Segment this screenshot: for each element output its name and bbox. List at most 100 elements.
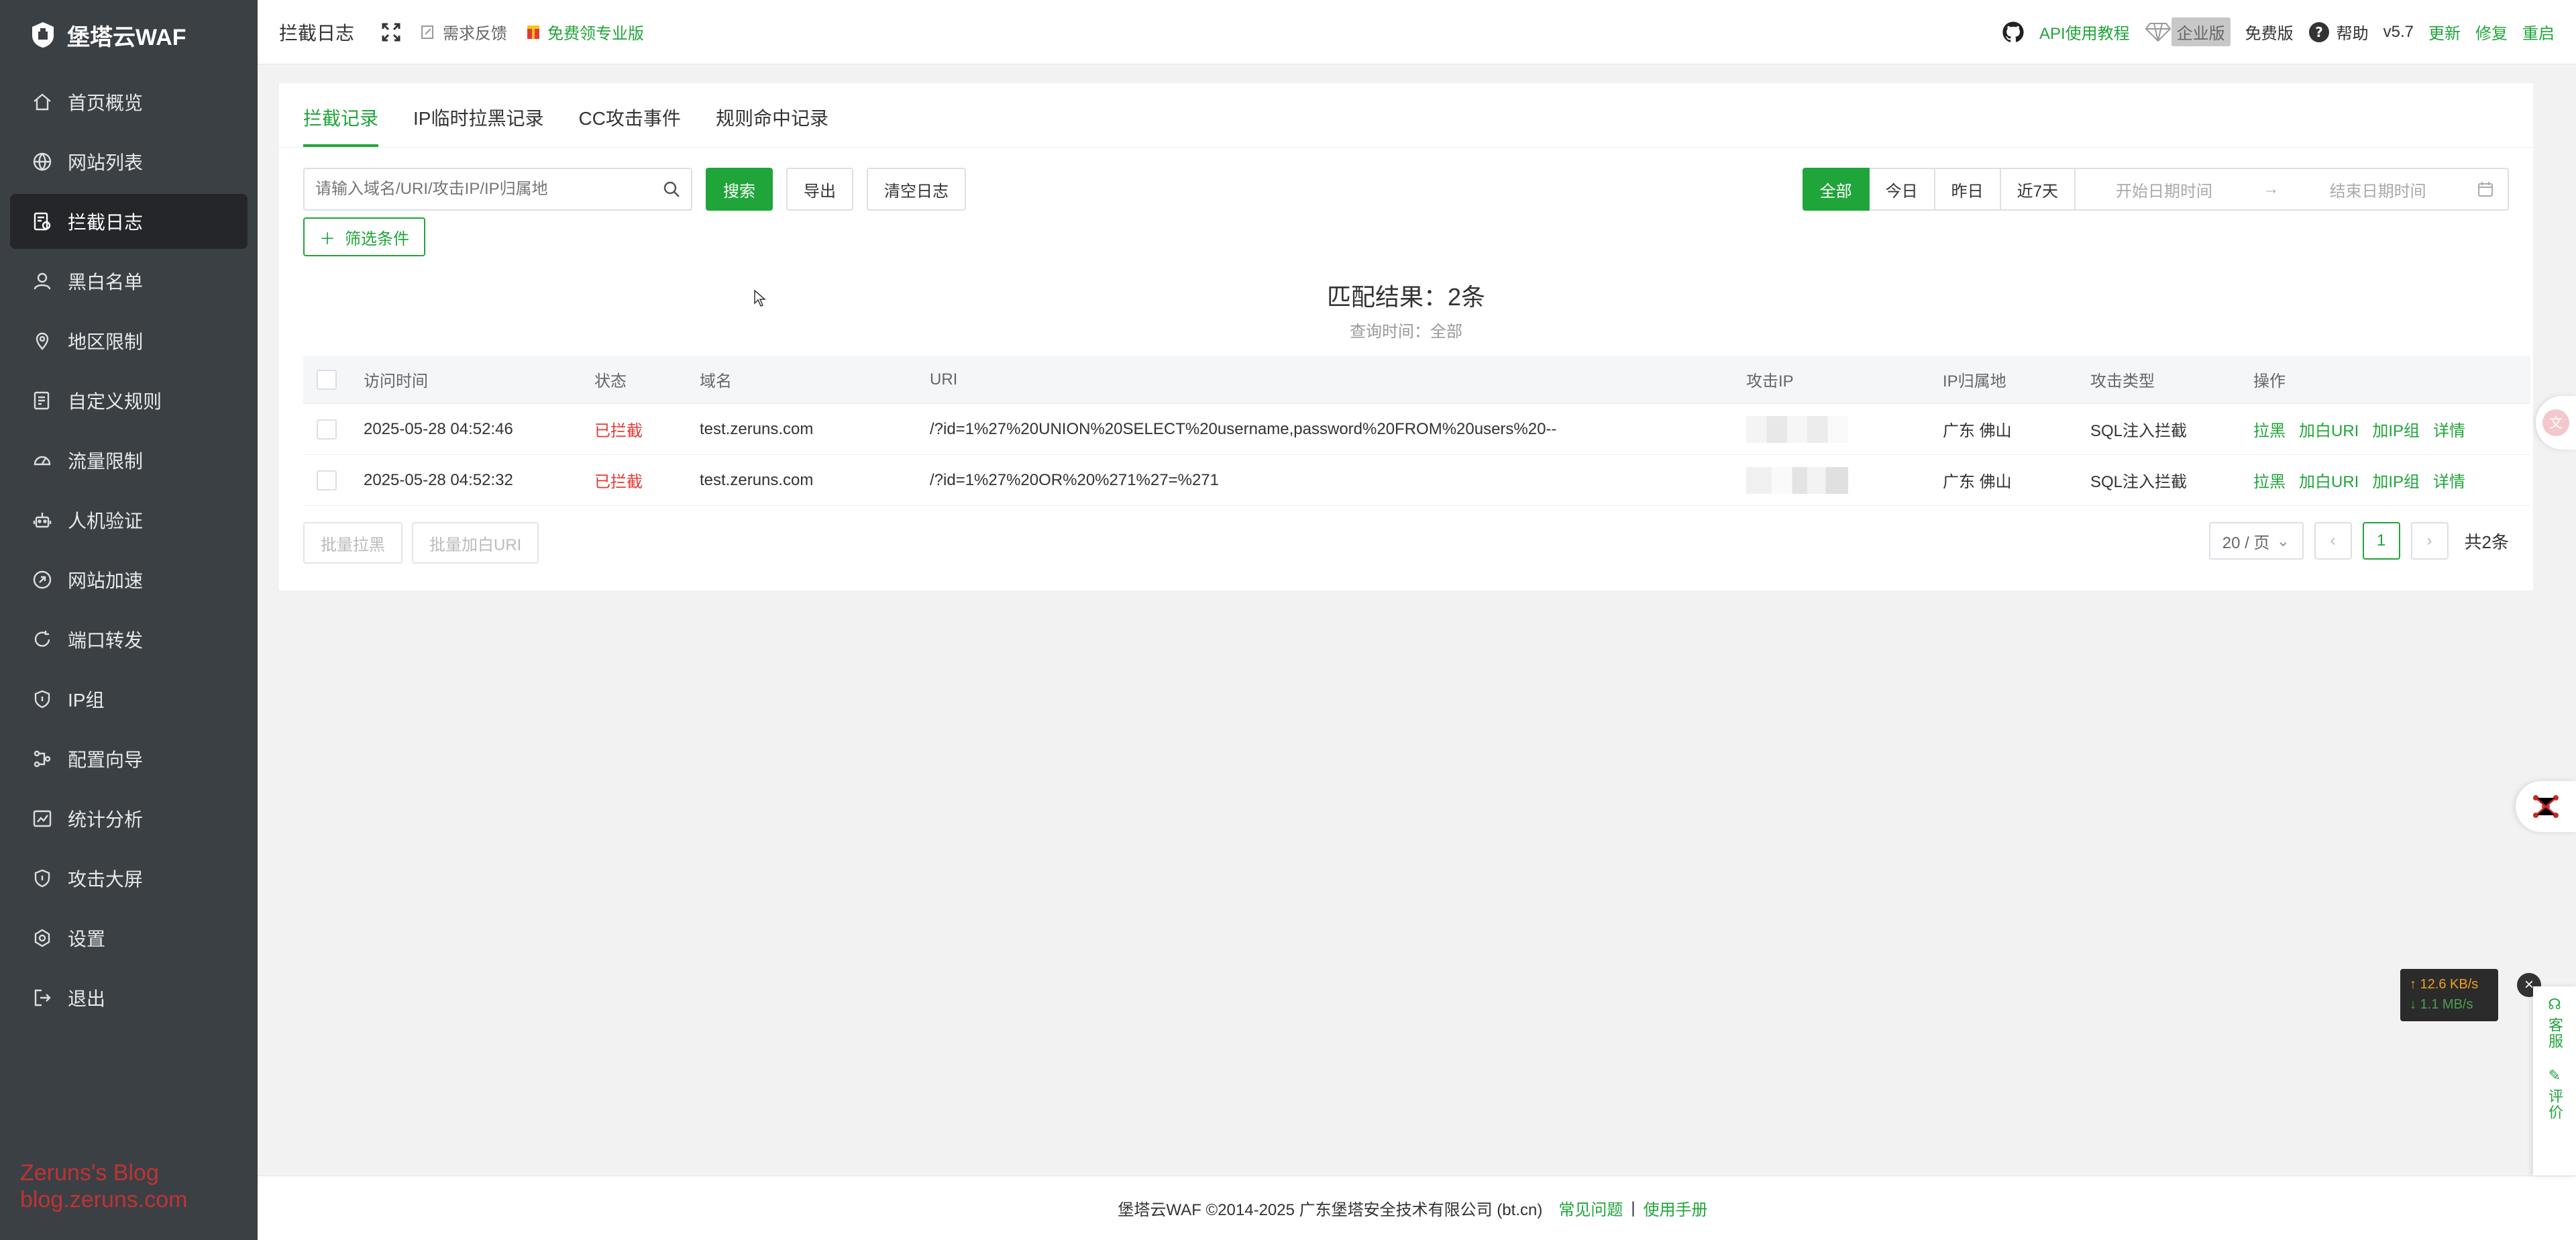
masked-ip (1746, 466, 1848, 494)
sidebar-item-0[interactable]: 首页概览 (10, 74, 248, 130)
sidebar-item-6[interactable]: 流量限制 (10, 433, 248, 488)
customer-service-link[interactable]: 客服 (2546, 1017, 2563, 1049)
page-size-select[interactable]: 20 / 页 ⌄ (2208, 522, 2304, 560)
sidebar-item-label: IP组 (68, 690, 105, 711)
sidebar-item-label: 自定义规则 (68, 391, 162, 412)
block-link[interactable]: 拉黑 (2253, 468, 2286, 492)
headset-icon[interactable]: ☊ (2548, 996, 2561, 1013)
github-icon[interactable] (2002, 21, 2025, 44)
restart-link[interactable]: 重启 (2522, 20, 2555, 44)
faq-link[interactable]: 常见问题 (1558, 1196, 1623, 1220)
col-actions: 操作 (2253, 372, 2286, 391)
mouse-cursor (754, 289, 767, 312)
tab-ip-temp-block[interactable]: IP临时拉黑记录 (413, 104, 543, 147)
search-icon[interactable] (663, 180, 680, 198)
date-range-picker[interactable]: 开始日期时间 → 结束日期时间 (2076, 168, 2509, 211)
refresh-icon (32, 629, 53, 650)
feedback-link[interactable]: 需求反馈 (420, 20, 507, 44)
sidebar-item-10[interactable]: IP组 (10, 672, 248, 727)
sidebar: 堡塔云WAF 首页概览网站列表 拦截日志 黑白名单 地区限制自定义规则流量限制人机验证… (0, 0, 258, 1240)
col-attack-type: 攻击类型 (2090, 372, 2155, 391)
prev-page-button[interactable]: ‹ (2314, 522, 2352, 560)
enterprise-badge[interactable]: 企业版 (2145, 17, 2231, 46)
row-checkbox[interactable] (317, 419, 337, 440)
search-button[interactable]: 搜索 (706, 168, 773, 211)
translate-float-button[interactable]: 文 (2536, 396, 2576, 450)
whitelist-uri-link[interactable]: 加白URI (2299, 468, 2359, 492)
repair-link[interactable]: 修复 (2475, 20, 2508, 44)
details-link[interactable]: 详情 (2433, 417, 2465, 441)
cell-attack-type: SQL注入拦截 (2090, 473, 2188, 491)
details-link[interactable]: 详情 (2433, 468, 2465, 492)
chevron-left-icon: ‹ (2330, 531, 2336, 550)
col-attack-ip: 攻击IP (1746, 372, 1794, 391)
edit-doc-icon (32, 390, 53, 411)
sidebar-item-2[interactable]: 拦截日志 (10, 194, 248, 249)
brand-logo[interactable]: 堡塔云WAF (0, 0, 258, 70)
match-summary: 匹配结果：2条 查询时间：全部 (279, 278, 2533, 342)
edit-icon[interactable]: ✎ (2548, 1067, 2561, 1084)
logout-icon (32, 987, 53, 1009)
network-float-button[interactable] (2516, 781, 2576, 832)
shield-logo-icon (32, 22, 54, 48)
manual-link[interactable]: 使用手册 (1644, 1196, 1708, 1220)
sidebar-item-15[interactable]: 退出 (10, 970, 248, 1025)
download-speed: ↓ 1.1 MB/s (2410, 997, 2473, 1012)
sidebar-item-11[interactable]: 配置向导 (10, 731, 248, 786)
select-all-checkbox[interactable] (317, 369, 337, 390)
range-yesterday[interactable]: 昨日 (1935, 168, 2001, 211)
range-all[interactable]: 全部 (1802, 168, 1870, 211)
sidebar-item-5[interactable]: 自定义规则 (10, 373, 248, 428)
add-ip-group-link[interactable]: 加IP组 (2372, 468, 2420, 492)
clear-log-button[interactable]: 清空日志 (867, 168, 966, 211)
search-box (303, 168, 692, 211)
tab-cc-attack[interactable]: CC攻击事件 (578, 104, 680, 147)
sidebar-item-14[interactable]: 设置 (10, 911, 248, 966)
page-button[interactable]: 1 (2362, 522, 2400, 560)
next-page-button[interactable]: › (2410, 522, 2449, 560)
sidebar-item-1[interactable]: 网站列表 (10, 134, 248, 189)
sidebar-item-7[interactable]: 人机验证 (10, 493, 248, 548)
cell-status: 已拦截 (594, 473, 643, 491)
export-button[interactable]: 导出 (786, 168, 853, 211)
search-input[interactable] (315, 180, 663, 199)
sidebar-item-13[interactable]: 攻击大屏 (10, 851, 248, 906)
sidebar-item-4[interactable]: 地区限制 (10, 313, 248, 368)
cell-uri: /?id=1%27%20OR%20%271%27=%271 (930, 470, 1219, 489)
user-icon (32, 270, 53, 292)
tab-rule-hits[interactable]: 规则命中记录 (716, 104, 828, 147)
sidebar-item-label: 配置向导 (68, 750, 144, 770)
block-link[interactable]: 拉黑 (2253, 417, 2286, 441)
range-7days[interactable]: 近7天 (2000, 168, 2076, 211)
help-link[interactable]: ? 帮助 (2308, 20, 2369, 44)
add-ip-group-link[interactable]: 加IP组 (2372, 417, 2420, 441)
bulk-whitelist-uri-button[interactable]: 批量加白URI (412, 522, 539, 564)
fullscreen-icon[interactable] (381, 22, 401, 42)
sidebar-item-label: 首页概览 (68, 93, 144, 113)
update-link[interactable]: 更新 (2428, 20, 2461, 44)
whitelist-uri-link[interactable]: 加白URI (2299, 417, 2359, 441)
sidebar-item-label: 人机验证 (68, 511, 144, 531)
sidebar-item-3[interactable]: 黑白名单 (10, 254, 248, 309)
home-icon (32, 91, 53, 113)
tab-block-records[interactable]: 拦截记录 (303, 104, 379, 147)
cell-actions: 拉黑 加白URI 加IP组 详情 (2253, 417, 2522, 441)
review-link[interactable]: 评价 (2546, 1088, 2563, 1121)
sidebar-item-9[interactable]: 端口转发 (10, 612, 248, 667)
bulk-block-button[interactable]: 批量拉黑 (303, 522, 402, 564)
sidebar-item-12[interactable]: 统计分析 (10, 791, 248, 846)
row-checkbox[interactable] (317, 470, 337, 490)
sidebar-item-label: 端口转发 (68, 630, 144, 651)
range-today[interactable]: 今日 (1869, 168, 1935, 211)
free-pro-link[interactable]: 免费领专业版 (526, 20, 644, 44)
cell-domain: test.zeruns.com (700, 470, 814, 489)
api-tutorial-link[interactable]: API使用教程 (2039, 20, 2130, 44)
query-time: 查询时间：全部 (1350, 323, 1462, 341)
location-icon (32, 330, 53, 352)
calendar-icon (2477, 180, 2494, 198)
tab-bar: 拦截记录 IP临时拉黑记录 CC攻击事件 规则命中记录 (279, 83, 2533, 148)
filter-conditions-button[interactable]: ＋ 筛选条件 (303, 217, 425, 256)
sidebar-item-8[interactable]: 网站加速 (10, 552, 248, 607)
shield-icon (32, 688, 53, 710)
pagination: 20 / 页 ⌄ ‹ 1 › 共2条 (2208, 522, 2509, 560)
